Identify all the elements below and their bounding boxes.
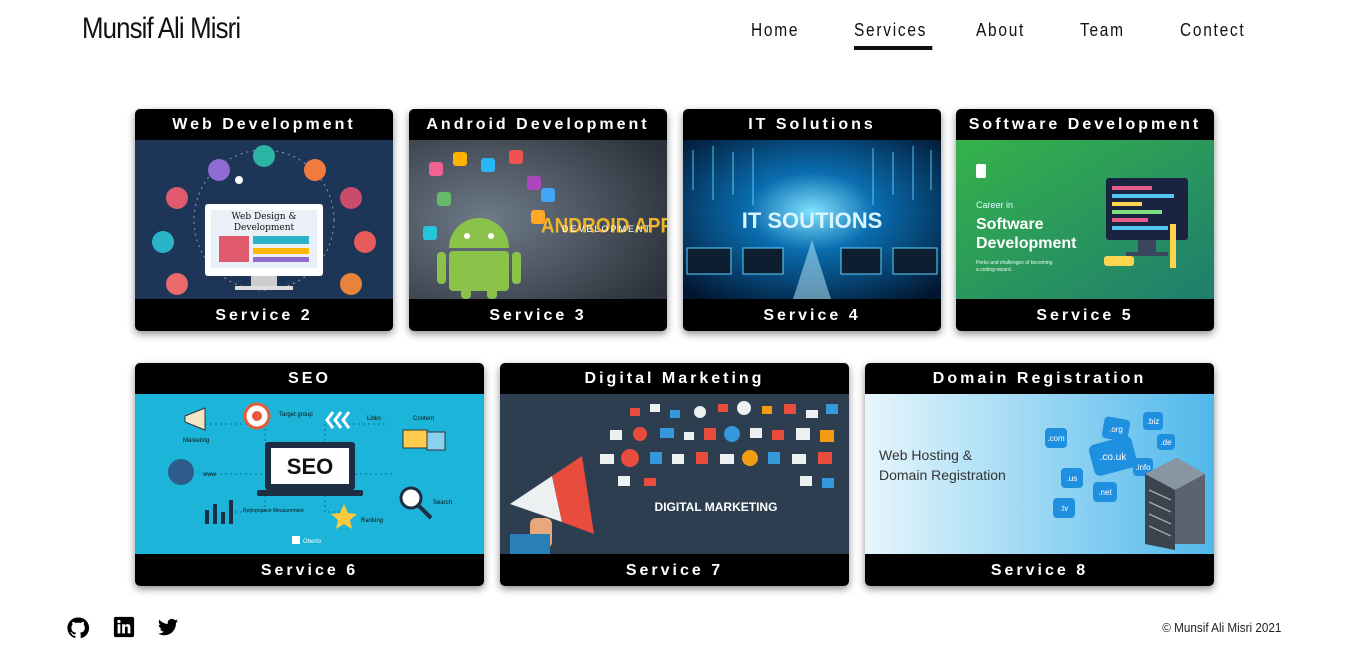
service-card-it-solutions[interactable]: IT Solutions IT SOUTIONS Service 4 <box>683 109 941 331</box>
service-title: IT Solutions <box>748 116 876 133</box>
site-header: Munsif Ali Misri Home Services About Tea… <box>0 0 1348 62</box>
service-card-seo[interactable]: SEO Marketing Target group Links Content… <box>135 363 484 586</box>
image-text-content: Content <box>413 416 434 422</box>
image-text-oberlo: Oberlo <box>303 539 322 545</box>
service-card-web-development[interactable]: Web Development Web Design & Development… <box>135 109 393 331</box>
image-text-domain-org: .org <box>1109 425 1123 434</box>
twitter-icon[interactable] <box>156 616 179 638</box>
image-text-line-1: Web Design & <box>232 212 297 222</box>
image-text-ranking: Ranking <box>361 518 383 524</box>
linkedin-icon[interactable] <box>113 616 135 638</box>
digital-marketing-image: DIGITAL MARKETING <box>500 394 849 554</box>
image-text-domain-tv: .tv <box>1060 504 1068 513</box>
web-development-image: Web Design & Development <box>135 140 393 299</box>
service-footer: Service 6 <box>260 562 359 579</box>
service-title: Android Development <box>426 116 650 133</box>
seo-image: Marketing Target group Links Content www… <box>135 394 484 554</box>
image-text-www: www <box>202 472 217 478</box>
image-text-web-hosting: Web Hosting & <box>879 447 973 463</box>
image-text-domain-com: .com <box>1047 434 1065 443</box>
nav-about[interactable]: About <box>976 20 1025 41</box>
image-text-development: Development <box>976 235 1077 252</box>
github-icon[interactable] <box>66 616 90 639</box>
nav-home[interactable]: Home <box>751 20 799 41</box>
nav-services[interactable]: Services <box>854 20 933 50</box>
service-footer: Service 5 <box>1036 307 1134 324</box>
image-text-marketing: Marketing <box>183 438 209 444</box>
service-title: Software Development <box>968 116 1202 133</box>
service-footer: Service 7 <box>625 562 724 579</box>
service-title: Digital Marketing <box>584 370 765 387</box>
service-title: Web Development <box>172 116 356 133</box>
service-card-digital-marketing[interactable]: Digital Marketing DIGITAL MARKETING Serv… <box>500 363 849 586</box>
image-text-domain-info: .info <box>1135 463 1151 472</box>
image-text-seo: SEO <box>287 454 333 479</box>
image-text-software: Software <box>976 216 1044 233</box>
image-text-domain-couk: .co.uk <box>1100 452 1128 463</box>
it-solutions-image: IT SOUTIONS <box>683 140 941 299</box>
service-card-software-development[interactable]: Software Development Career in Software … <box>956 109 1214 331</box>
nav-team[interactable]: Team <box>1080 20 1125 41</box>
image-text-domain-net: .net <box>1098 488 1112 497</box>
main-nav: Home Services About Team Contect <box>0 20 1348 56</box>
image-text-target-group: Target group <box>279 412 313 418</box>
image-text-it-soutions: IT SOUTIONS <box>742 208 883 233</box>
image-text-links: Links <box>367 416 381 422</box>
image-text-performance: Performance Measurement <box>243 508 304 514</box>
service-title: Domain Registration <box>932 370 1147 387</box>
service-footer: Service 3 <box>489 307 587 324</box>
image-text-development: DEVELOPMENT <box>562 224 652 234</box>
image-text-domain-de: .de <box>1160 438 1172 447</box>
android-development-image: ANDROID APP DEVELOPMENT <box>409 140 667 299</box>
service-card-domain-registration[interactable]: Domain Registration Web Hosting & Domain… <box>865 363 1214 586</box>
service-footer: Service 8 <box>990 562 1089 579</box>
service-card-android-development[interactable]: Android Development ANDROID APP DEVELOPM… <box>409 109 667 331</box>
image-text-domain-us: .us <box>1067 474 1078 483</box>
service-footer: Service 2 <box>215 307 313 324</box>
software-development-image: Career in Software Development Perks and… <box>956 140 1214 299</box>
service-title: SEO <box>288 370 331 387</box>
image-text-domain-registration: Domain Registration <box>879 467 1006 483</box>
image-text-perks: Perks and challenges of becoming <box>976 260 1053 266</box>
nav-contect[interactable]: Contect <box>1180 20 1245 41</box>
image-text-domain-biz: .biz <box>1147 417 1159 426</box>
image-text-line-2: Development <box>234 223 295 233</box>
image-text-digital-marketing: DIGITAL MARKETING <box>655 500 778 514</box>
domain-registration-image: Web Hosting & Domain Registration .co.uk… <box>865 394 1214 554</box>
service-footer: Service 4 <box>763 307 861 324</box>
image-text-search: Search <box>433 500 452 506</box>
image-text-career: Career in <box>976 200 1013 210</box>
image-text-wizard: a coding wizard. <box>976 267 1012 273</box>
